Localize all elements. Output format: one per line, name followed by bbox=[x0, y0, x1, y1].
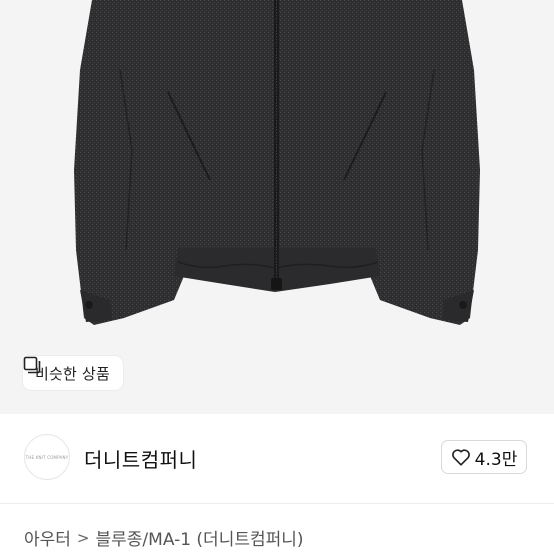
similar-products-label: 비슷한 상품 bbox=[35, 364, 110, 383]
shop-avatar[interactable]: THE KNIT COMPANY bbox=[24, 434, 70, 480]
breadcrumb-separator-icon: > bbox=[76, 528, 90, 547]
jacket-illustration bbox=[74, 0, 480, 325]
product-image[interactable]: 비슷한 상품 bbox=[0, 0, 554, 414]
similar-products-icon bbox=[23, 356, 41, 374]
divider bbox=[0, 503, 554, 504]
shop-name[interactable]: 더니트컴퍼니 bbox=[84, 444, 197, 473]
heart-icon bbox=[451, 449, 470, 466]
breadcrumb-item-blouson[interactable]: 블루종/MA-1 (더니트컴퍼니) bbox=[96, 525, 304, 550]
breadcrumb-item-outer[interactable]: 아우터 bbox=[24, 525, 71, 550]
breadcrumb: 아우터 > 블루종/MA-1 (더니트컴퍼니) bbox=[24, 525, 304, 551]
like-button[interactable]: 4.3만 bbox=[441, 440, 527, 474]
shop-avatar-text: THE KNIT COMPANY bbox=[25, 454, 69, 460]
like-count: 4.3만 bbox=[474, 449, 518, 470]
similar-products-button[interactable]: 비슷한 상품 bbox=[23, 356, 123, 390]
